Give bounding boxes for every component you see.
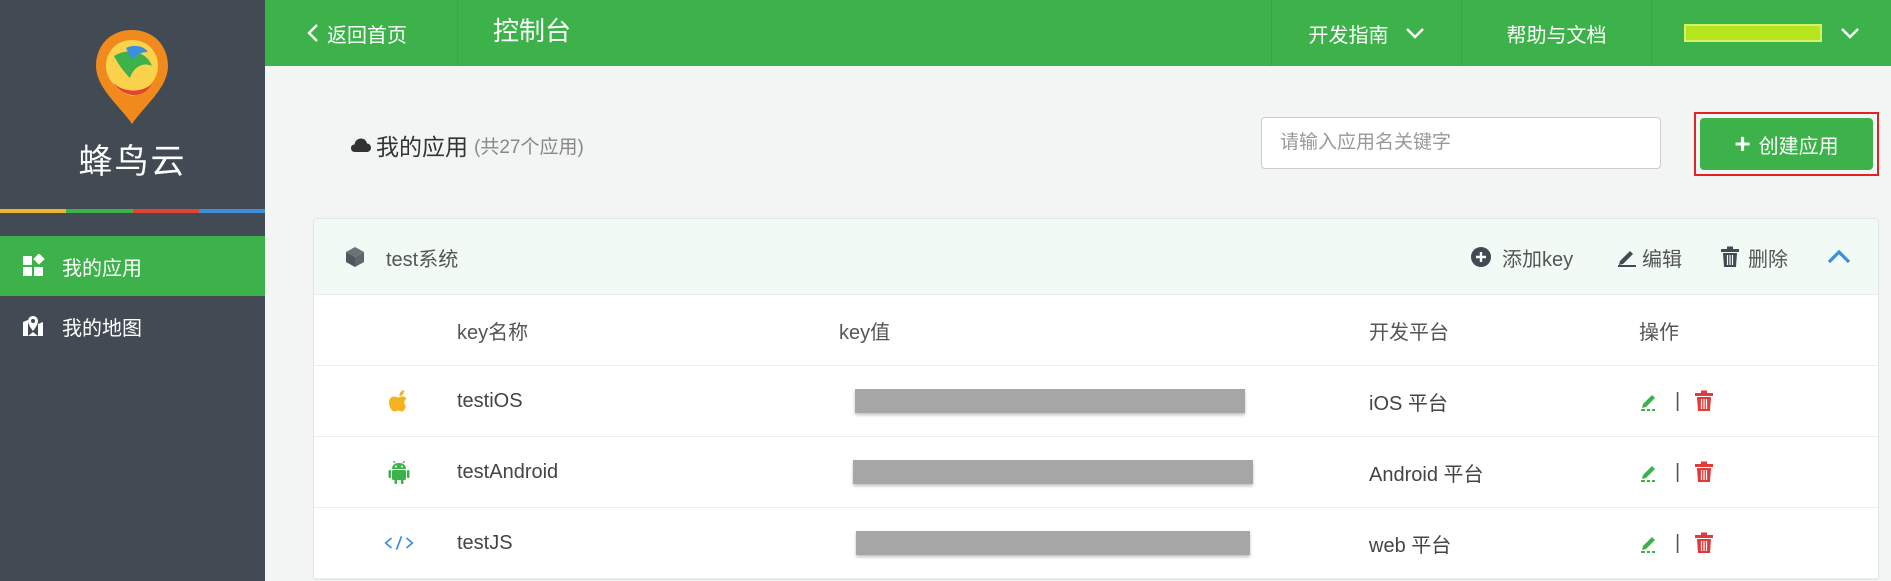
key-name: testAndroid (457, 460, 559, 483)
chevron-down-icon (1840, 28, 1859, 39)
help-docs-label: 帮助与文档 (1506, 24, 1607, 47)
key-operations: | (1639, 508, 1714, 578)
edit-key-icon[interactable] (1639, 461, 1661, 483)
delete-key-icon[interactable] (1694, 532, 1714, 554)
app-search-input[interactable] (1261, 117, 1661, 169)
col-key-name: key名称 (457, 321, 529, 344)
plus-icon: + (1734, 128, 1751, 159)
page-title: 控制台 (493, 16, 572, 46)
cloud-icon (351, 138, 371, 152)
key-value-redacted (839, 508, 1250, 578)
delete-label: 删除 (1748, 248, 1788, 271)
key-name: testiOS (457, 389, 523, 412)
sidebar-item-label: 我的应用 (62, 257, 142, 280)
table-row: testiOS iOS 平台 | (314, 366, 1878, 437)
brand-name: 蜂鸟云 (78, 143, 187, 181)
col-operations: 操作 (1639, 321, 1679, 344)
col-key-value: key值 (839, 321, 891, 344)
app-card-header: test系统 添加key 编辑 删除 (314, 219, 1878, 295)
sidebar-item-my-apps[interactable]: 我的应用 (0, 236, 265, 296)
table-row: testAndroid Android 平台 | (314, 437, 1878, 508)
app-card: test系统 添加key 编辑 删除 key名称 key值 开发平台 操作 te… (313, 218, 1879, 580)
ops-separator: | (1675, 460, 1681, 483)
ops-separator: | (1675, 531, 1681, 554)
plus-circle-icon (1471, 247, 1491, 267)
delete-key-icon[interactable] (1694, 461, 1714, 483)
ops-separator: | (1675, 389, 1681, 412)
dev-guide-menu[interactable]: 开发指南 (1271, 0, 1461, 66)
pencil-icon (1618, 251, 1636, 267)
apps-icon (20, 253, 46, 279)
key-platform: iOS 平台 (1369, 392, 1448, 415)
hummingbird-logo-icon (96, 30, 168, 124)
apps-heading: 我的应用 (共27个应用) (350, 128, 584, 162)
collapse-toggle[interactable] (1826, 219, 1862, 295)
sidebar-item-my-maps[interactable]: 我的地图 (0, 296, 265, 356)
key-value-redacted (839, 366, 1245, 436)
chevron-down-icon (1405, 28, 1424, 39)
android-icon (384, 437, 414, 507)
sidebar: 蜂鸟云 我的应用 我的地图 (0, 0, 265, 581)
back-home-label: 返回首页 (327, 24, 407, 47)
trash-icon (1721, 246, 1739, 267)
edit-key-icon[interactable] (1639, 390, 1661, 412)
delete-app-button[interactable]: 删除 (1720, 219, 1788, 295)
apps-heading-label: 我的应用 (376, 134, 468, 160)
app-title: test系统 (344, 219, 458, 295)
add-key-label: 添加key (1502, 248, 1574, 271)
add-key-button[interactable]: 添加key (1470, 219, 1573, 295)
top-bar: 返回首页 控制台 开发指南 帮助与文档 (265, 0, 1891, 66)
rainbow-divider (0, 209, 265, 213)
code-icon (384, 508, 414, 578)
apple-icon (384, 366, 414, 436)
apps-count: (共27个应用) (474, 136, 584, 158)
table-row: testJS web 平台 | (314, 508, 1878, 579)
key-name: testJS (457, 531, 513, 554)
key-platform: Android 平台 (1369, 463, 1484, 486)
user-menu[interactable] (1651, 0, 1891, 66)
dev-guide-label: 开发指南 (1308, 24, 1389, 47)
back-home-link[interactable]: 返回首页 (265, 0, 458, 66)
help-docs-link[interactable]: 帮助与文档 (1461, 0, 1651, 66)
edit-key-icon[interactable] (1639, 532, 1661, 554)
chevron-left-icon (307, 24, 318, 42)
map-pin-icon (20, 313, 46, 339)
cube-icon (346, 247, 364, 267)
edit-label: 编辑 (1642, 248, 1682, 271)
key-operations: | (1639, 366, 1714, 436)
delete-key-icon[interactable] (1694, 390, 1714, 412)
chevron-up-icon (1827, 249, 1851, 264)
app-name-label: test系统 (386, 248, 459, 271)
create-app-button[interactable]: + 创建应用 (1700, 118, 1873, 170)
create-app-label: 创建应用 (1758, 135, 1839, 158)
key-table-header: key名称 key值 开发平台 操作 (314, 295, 1878, 366)
key-platform: web 平台 (1369, 534, 1452, 557)
key-value-redacted (839, 437, 1253, 507)
col-platform: 开发平台 (1369, 321, 1449, 344)
logo-area: 蜂鸟云 (0, 0, 265, 210)
edit-app-button[interactable]: 编辑 (1616, 219, 1682, 295)
user-name-redacted (1683, 24, 1822, 42)
key-operations: | (1639, 437, 1714, 507)
sidebar-item-label: 我的地图 (62, 317, 142, 340)
